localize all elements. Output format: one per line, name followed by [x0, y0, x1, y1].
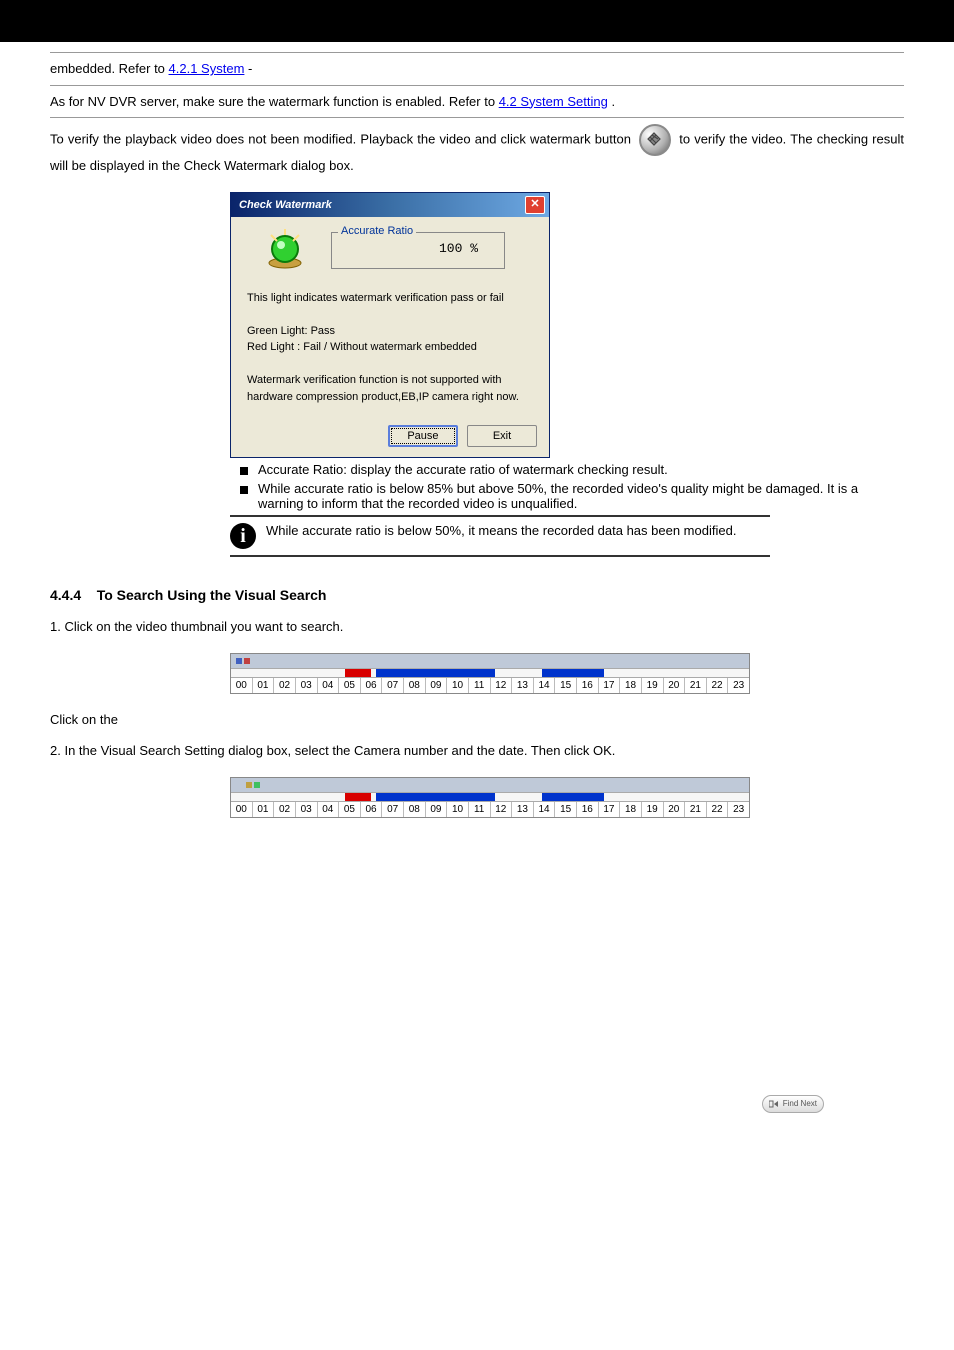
info-icon: i	[230, 523, 256, 549]
hour-cell[interactable]: 00	[231, 678, 253, 693]
hour-cell[interactable]: 12	[491, 802, 513, 817]
hour-cell[interactable]: 14	[534, 678, 556, 693]
pause-button[interactable]: Pause	[388, 425, 458, 447]
hour-cell[interactable]: 16	[577, 802, 599, 817]
step-2: 2. In the Visual Search Setting dialog b…	[50, 735, 904, 767]
hour-cell[interactable]: 16	[577, 678, 599, 693]
find-next-row: Find Next	[50, 1088, 904, 1120]
hour-cell[interactable]: 19	[642, 802, 664, 817]
bullet-1: Accurate Ratio: display the accurate rat…	[50, 462, 904, 477]
dialog-title: Check Watermark	[239, 199, 525, 211]
hour-cell[interactable]: 03	[296, 678, 318, 693]
text: .	[611, 94, 615, 109]
ratio-value: 100 %	[348, 241, 488, 256]
hour-cell[interactable]: 22	[707, 802, 729, 817]
hour-cell[interactable]: 23	[728, 678, 749, 693]
section-title: To Search Using the Visual Search	[97, 587, 327, 603]
note-block: i While accurate ratio is below 50%, it …	[230, 515, 770, 557]
hour-cell[interactable]: 10	[447, 802, 469, 817]
lamp-icon[interactable]	[235, 656, 251, 666]
chapter-header	[0, 0, 954, 16]
hour-labels: 0001020304050607080910111213141516171819…	[231, 801, 749, 817]
hour-cell[interactable]: 21	[685, 678, 707, 693]
bullet-2: While accurate ratio is below 85% but ab…	[50, 481, 904, 511]
dialog-titlebar: Check Watermark ✕	[231, 193, 549, 217]
hour-cell[interactable]: 18	[620, 802, 642, 817]
step-text: In the Visual Search Setting dialog box,…	[64, 743, 615, 758]
check-watermark-dialog: Check Watermark ✕ Accurate Ratio	[230, 192, 550, 459]
hour-cell[interactable]: 02	[274, 678, 296, 693]
timeline-2[interactable]: 0001020304050607080910111213141516171819…	[230, 777, 750, 818]
hour-cell[interactable]: 01	[253, 678, 275, 693]
watermark-icon[interactable]	[639, 124, 671, 156]
timeline-1[interactable]: 0001020304050607080910111213141516171819…	[230, 653, 750, 694]
find-next-button[interactable]: Find Next	[762, 1095, 824, 1113]
tl-desc-1: Click on the	[50, 704, 904, 736]
bullet-icon	[240, 486, 248, 494]
para-2: As for NV DVR server, make sure the wate…	[50, 86, 904, 118]
hour-cell[interactable]: 03	[296, 802, 318, 817]
bullet-text: Accurate Ratio: display the accurate rat…	[258, 462, 668, 477]
hour-cell[interactable]: 09	[426, 678, 448, 693]
exit-button[interactable]: Exit	[467, 425, 537, 447]
hour-cell[interactable]: 21	[685, 802, 707, 817]
hour-cell[interactable]: 20	[664, 678, 686, 693]
text: -	[248, 61, 252, 76]
hour-cell[interactable]: 06	[361, 802, 383, 817]
hour-cell[interactable]: 08	[404, 678, 426, 693]
hour-cell[interactable]: 18	[620, 678, 642, 693]
hour-cell[interactable]: 09	[426, 802, 448, 817]
hour-cell[interactable]: 04	[318, 678, 340, 693]
hour-cell[interactable]: 17	[599, 678, 621, 693]
bullet-text: While accurate ratio is below 85% but ab…	[258, 481, 904, 511]
accurate-ratio-group: Accurate Ratio 100 %	[331, 232, 505, 269]
link-system[interactable]: 4.2.1 System	[169, 61, 245, 76]
hour-cell[interactable]: 12	[491, 678, 513, 693]
hour-cell[interactable]: 01	[253, 802, 275, 817]
step-1: 1. Click on the video thumbnail you want…	[50, 611, 904, 643]
hour-cell[interactable]: 07	[382, 802, 404, 817]
hour-cell[interactable]: 05	[339, 802, 361, 817]
hour-labels: 0001020304050607080910111213141516171819…	[231, 677, 749, 693]
hour-cell[interactable]: 14	[534, 802, 556, 817]
text: As for NV DVR server, make sure the wate…	[50, 94, 499, 109]
hour-cell[interactable]: 08	[404, 802, 426, 817]
step-num: 1.	[50, 619, 61, 634]
section-number: 4.4.4	[50, 587, 81, 603]
bullet-icon	[240, 467, 248, 475]
hour-cell[interactable]: 19	[642, 678, 664, 693]
close-icon[interactable]: ✕	[525, 196, 545, 214]
hour-cell[interactable]: 05	[339, 678, 361, 693]
hour-cell[interactable]: 06	[361, 678, 383, 693]
para-3: To verify the playback video does not be…	[50, 118, 904, 182]
hour-cell[interactable]: 23	[728, 802, 749, 817]
text: embedded. Refer to	[50, 61, 169, 76]
hour-cell[interactable]: 07	[382, 678, 404, 693]
hour-cell[interactable]: 13	[512, 678, 534, 693]
hour-cell[interactable]: 00	[231, 802, 253, 817]
note-text: While accurate ratio is below 50%, it me…	[266, 523, 736, 538]
ratio-legend: Accurate Ratio	[338, 225, 416, 237]
hour-cell[interactable]: 02	[274, 802, 296, 817]
hour-cell[interactable]: 11	[469, 678, 491, 693]
hour-cell[interactable]: 15	[555, 678, 577, 693]
text: To verify the playback video does not be…	[50, 131, 631, 146]
hour-cell[interactable]: 17	[599, 802, 621, 817]
hour-cell[interactable]: 15	[555, 802, 577, 817]
lamp-icon[interactable]	[245, 780, 261, 790]
hour-cell[interactable]: 11	[469, 802, 491, 817]
dialog-desc: This light indicates watermark verificat…	[243, 290, 537, 406]
status-lamp	[243, 227, 307, 274]
hour-cell[interactable]: 22	[707, 678, 729, 693]
hour-cell[interactable]: 10	[447, 678, 469, 693]
para-1: embedded. Refer to 4.2.1 System -	[50, 53, 904, 85]
hour-cell[interactable]: 04	[318, 802, 340, 817]
step-text: Click on the video thumbnail you want to…	[64, 619, 343, 634]
hour-cell[interactable]: 20	[664, 802, 686, 817]
step-num: 2.	[50, 743, 61, 758]
link-system-setting[interactable]: 4.2 System Setting	[499, 94, 608, 109]
hour-cell[interactable]: 13	[512, 802, 534, 817]
